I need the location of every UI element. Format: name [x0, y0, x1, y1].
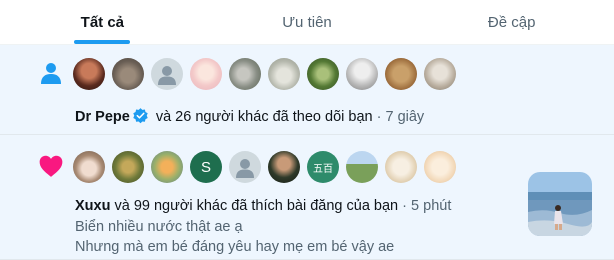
avatar[interactable] — [190, 58, 222, 90]
actor-name[interactable]: Xuxu — [75, 198, 110, 214]
avatar-letter: S — [200, 158, 211, 176]
avatar[interactable] — [73, 58, 105, 90]
heart-icon — [37, 152, 65, 180]
avatar[interactable] — [424, 151, 456, 183]
avatar[interactable] — [112, 151, 144, 183]
like-notification[interactable]: S 五百 Xuxu và 99 người khác đã thích bài … — [0, 135, 614, 260]
tab-mentions-label: Đề cập — [487, 13, 536, 31]
follow-summary: Dr Pepe và 26 người khác đã theo dõi bạn… — [75, 107, 424, 128]
follow-notification[interactable]: Dr Pepe và 26 người khác đã theo dõi bạn… — [0, 45, 614, 135]
separator: · — [376, 109, 382, 125]
liker-avatars: S 五百 — [73, 151, 456, 183]
avatar[interactable] — [229, 151, 261, 183]
avatar[interactable]: 五百 — [307, 151, 339, 183]
avatar[interactable] — [112, 58, 144, 90]
tab-priority-label: Ưu tiên — [282, 13, 332, 31]
avatar[interactable] — [73, 151, 105, 183]
actor-name[interactable]: Dr Pepe — [75, 109, 130, 125]
active-tab-indicator — [74, 40, 131, 44]
avatar[interactable] — [151, 151, 183, 183]
avatar[interactable] — [268, 58, 300, 90]
avatar-glyph: 五百 — [313, 163, 333, 175]
avatar[interactable] — [268, 151, 300, 183]
avatar[interactable] — [385, 58, 417, 90]
separator: · — [402, 198, 407, 214]
tab-all-label: Tất cả — [80, 13, 125, 31]
timestamp: 5 phút — [411, 198, 452, 214]
post-preview-line-1: Biển nhiều nước thật ae ạ — [75, 219, 243, 235]
timestamp: 7 giây — [385, 109, 425, 125]
avatar[interactable] — [424, 58, 456, 90]
follow-text: và 26 người khác đã theo dõi bạn — [155, 109, 373, 125]
notification-tabs: Tất cả Ưu tiên Đề cập — [0, 0, 614, 45]
tab-priority[interactable]: Ưu tiên — [205, 0, 410, 44]
avatar[interactable] — [385, 151, 417, 183]
verified-badge-icon — [132, 107, 149, 128]
tab-all[interactable]: Tất cả — [0, 0, 205, 44]
follower-avatars — [73, 58, 456, 90]
avatar[interactable]: S — [190, 151, 222, 183]
person-icon — [37, 59, 65, 87]
tab-mentions[interactable]: Đề cập — [409, 0, 614, 44]
like-text: và 99 người khác đã thích bài đăng của b… — [114, 198, 399, 214]
avatar[interactable] — [346, 151, 378, 183]
avatar[interactable] — [346, 58, 378, 90]
beach-photo-icon — [528, 172, 592, 236]
like-summary: Xuxu và 99 người khác đã thích bài đăng … — [75, 198, 451, 214]
avatar[interactable] — [229, 58, 261, 90]
post-preview-line-2: Nhưng mà em bé đáng yêu hay mẹ em bé vậy… — [75, 239, 395, 255]
avatar[interactable] — [151, 58, 183, 90]
avatar[interactable] — [307, 58, 339, 90]
post-thumbnail[interactable] — [528, 172, 592, 236]
